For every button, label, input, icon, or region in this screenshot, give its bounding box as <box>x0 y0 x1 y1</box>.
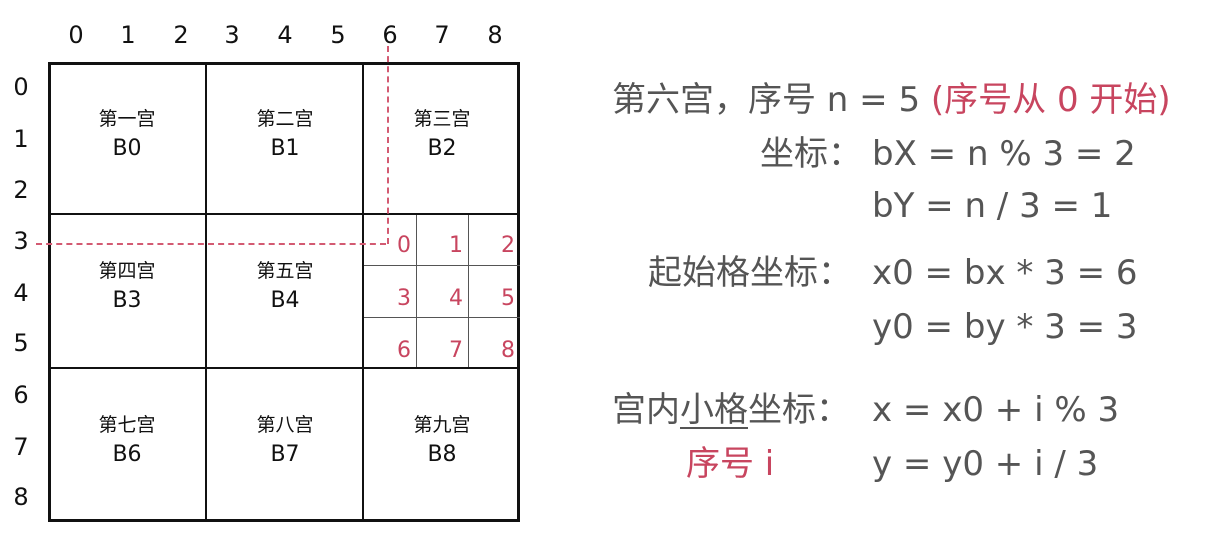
cell-number: 3 <box>397 286 411 311</box>
row-number: 7 <box>13 433 29 461</box>
cell-number: 0 <box>397 233 411 258</box>
box-label: 第七宫 B6 <box>49 412 205 472</box>
box-label: 第一宫 B0 <box>49 106 205 166</box>
cell-number: 6 <box>397 338 411 363</box>
box-divider <box>48 213 520 215</box>
row-number: 0 <box>13 73 29 101</box>
column-number: 7 <box>434 21 450 49</box>
box-code: B8 <box>427 442 457 467</box>
row-number: 6 <box>13 381 29 409</box>
box-name: 第七宫 <box>98 414 156 436</box>
cell-number: 1 <box>449 233 463 258</box>
box-name: 第五宫 <box>256 260 314 282</box>
box-code: B6 <box>112 442 142 467</box>
start-x0: x0 = bx * 3 = 6 <box>872 253 1138 293</box>
column-number: 8 <box>487 21 503 49</box>
box-code: B7 <box>270 442 300 467</box>
coord-by: bY = n / 3 = 1 <box>872 186 1113 226</box>
box-name: 第二宫 <box>256 108 314 130</box>
cell-divider <box>364 317 520 318</box>
column-number: 5 <box>330 21 346 49</box>
guide-line-horizontal <box>36 243 386 245</box>
inner-y: y = y0 + i / 3 <box>872 444 1099 484</box>
inner-label: 宫内小格坐标： <box>612 388 850 432</box>
row-number: 3 <box>13 227 29 255</box>
cell-number: 2 <box>501 233 515 258</box>
coord-bx: bX = n % 3 = 2 <box>872 134 1136 174</box>
row-number: 4 <box>13 279 29 307</box>
column-number: 2 <box>173 21 189 49</box>
inner-suffix: 坐标： <box>748 390 850 430</box>
box-label: 第二宫 B1 <box>207 106 363 166</box>
cell-divider <box>364 265 520 266</box>
column-number: 6 <box>382 21 398 49</box>
inner-underlined: 小格 <box>680 390 748 430</box>
cell-number: 7 <box>449 338 463 363</box>
title-note: (序号从 0 开始) <box>930 80 1171 120</box>
cell-number: 5 <box>501 286 515 311</box>
column-number: 4 <box>277 21 293 49</box>
box-label: 第八宫 B7 <box>207 412 363 472</box>
column-number: 0 <box>68 21 84 49</box>
row-number: 1 <box>13 125 29 153</box>
title-line: 第六宫，序号 n = 5 (序号从 0 开始) <box>612 78 1171 122</box>
coord-label: 坐标： <box>760 134 862 174</box>
box-label: 第四宫 B3 <box>49 258 205 318</box>
box-label: 第九宫 B8 <box>364 412 520 472</box>
index-label: 序号 i <box>686 444 775 484</box>
inner-x: x = x0 + i % 3 <box>872 390 1120 430</box>
box-code: B0 <box>112 136 142 161</box>
box-code: B4 <box>270 288 300 313</box>
box-code: B1 <box>270 136 300 161</box>
guide-line-vertical <box>387 46 389 244</box>
column-number: 1 <box>120 21 136 49</box>
row-number: 5 <box>13 329 29 357</box>
box-name: 第九宫 <box>413 414 471 436</box>
cell-number: 4 <box>449 286 463 311</box>
cell-number: 8 <box>501 338 515 363</box>
box-label: 第五宫 B4 <box>207 258 363 318</box>
row-number: 2 <box>13 176 29 204</box>
row-number: 8 <box>13 483 29 511</box>
title-main: 第六宫，序号 n = 5 <box>612 80 931 120</box>
start-y0: y0 = by * 3 = 3 <box>872 307 1138 347</box>
inner-prefix: 宫内 <box>612 390 680 430</box>
box-name: 第八宫 <box>256 414 314 436</box>
box-name: 第一宫 <box>98 108 156 130</box>
box-name: 第四宫 <box>98 260 156 282</box>
start-label: 起始格坐标： <box>648 253 852 293</box>
box-code: B3 <box>112 288 142 313</box>
box-divider <box>48 367 520 369</box>
column-number: 3 <box>224 21 240 49</box>
